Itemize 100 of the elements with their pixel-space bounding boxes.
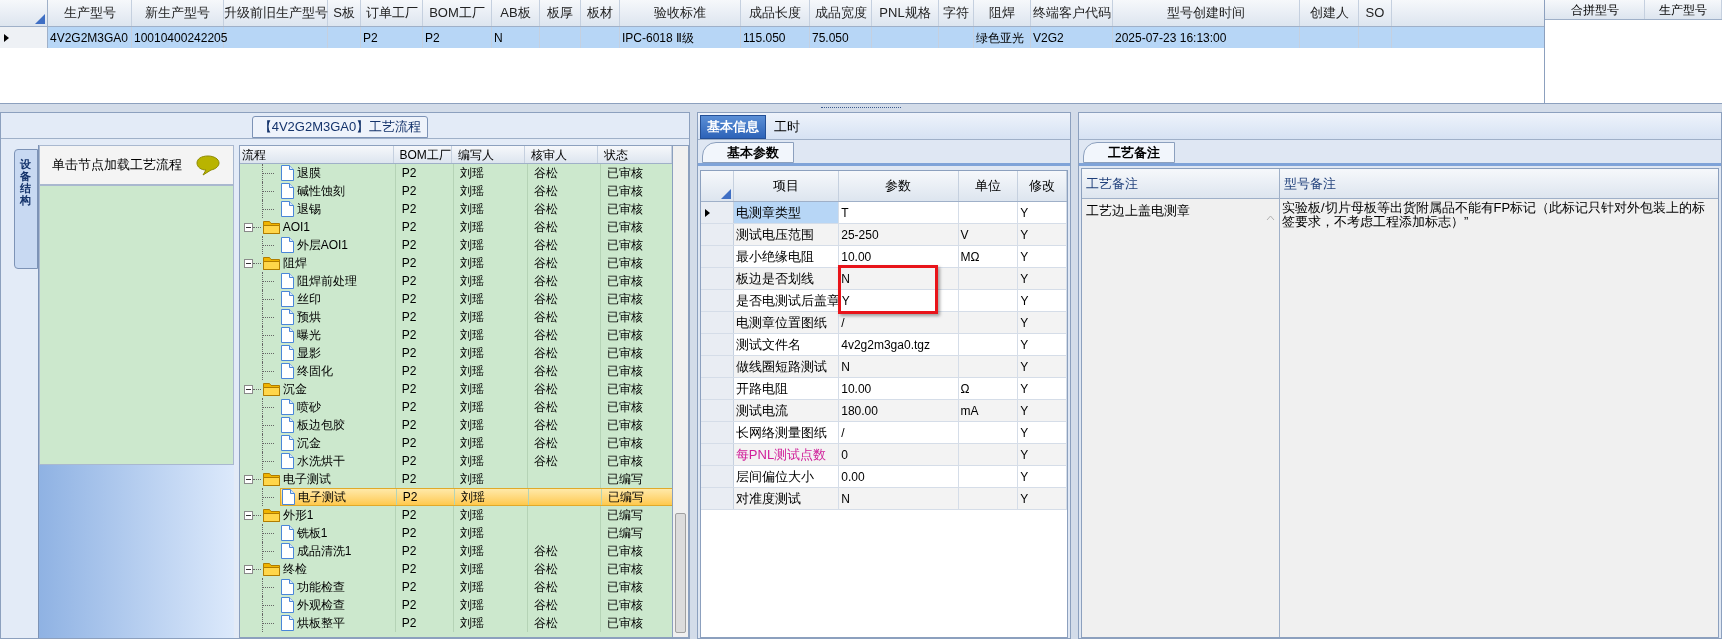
column-header[interactable]: BOM工厂 [393, 146, 452, 163]
tab[interactable]: 基本信息 [700, 115, 766, 139]
table-cell-text: P2 [363, 29, 378, 47]
table-cell-text: V2G2 [1033, 29, 1064, 47]
column-header[interactable]: 参数 [839, 171, 959, 201]
column-header[interactable]: 阻焊 [974, 0, 1031, 26]
table-cell-text: P2 [401, 399, 417, 416]
column-header[interactable]: 状态 [597, 146, 672, 163]
collapse-icon[interactable] [243, 510, 253, 520]
column-header[interactable]: 验收标准 [620, 0, 741, 26]
column-header[interactable]: 工艺备注 [1082, 169, 1280, 198]
column-header[interactable]: 项目 [733, 171, 840, 201]
column-header[interactable]: 合拼型号 [1545, 0, 1645, 19]
tree-node-label: 阻焊 [282, 255, 307, 272]
table-cell-text: 已编写 [606, 507, 643, 524]
tree-node-label: 外形1 [282, 507, 314, 524]
table-cell-text: 已审核 [606, 237, 643, 254]
table-cell-text: P2 [401, 165, 417, 182]
scroll-up-icon[interactable] [1266, 215, 1275, 221]
table-cell-text: 谷松 [533, 219, 558, 236]
column-header[interactable]: 型号创建时间 [1113, 0, 1300, 26]
column-header[interactable]: 成品宽度 [810, 0, 872, 26]
folder-icon [262, 220, 280, 234]
table-cell-text: 谷松 [533, 183, 558, 200]
scrollbar[interactable] [673, 145, 689, 638]
table-cell-text: 已审核 [606, 219, 643, 236]
table-row[interactable]: 长网络测量图纸 / Y [701, 422, 1067, 444]
corner-triangle-icon [720, 189, 731, 199]
collapse-icon[interactable] [243, 258, 253, 268]
column-header[interactable]: 核审人 [525, 146, 598, 163]
table-row[interactable]: 测试电压范围 25-250 V Y [701, 224, 1067, 246]
table-row[interactable]: 是否电测试后盖章 Y Y [701, 290, 1067, 312]
table-cell-text: 已审核 [606, 165, 643, 182]
column-header[interactable]: 单位 [958, 171, 1019, 201]
column-header[interactable]: 型号备注 [1280, 169, 1718, 198]
column-header[interactable]: 升级前旧生产型号 [224, 0, 328, 26]
collapse-icon[interactable] [243, 564, 253, 574]
column-header[interactable]: 修改 [1018, 171, 1067, 201]
column-header[interactable]: S板 [328, 0, 361, 26]
table-cell-text: P2 [425, 29, 440, 47]
table-cell-text: 已审核 [606, 327, 643, 344]
column-header[interactable]: 生产型号 [1645, 0, 1722, 19]
row-label: 测试文件名 [735, 335, 801, 354]
table-cell-text: 已审核 [606, 453, 643, 470]
column-header[interactable]: 板厚 [540, 0, 581, 26]
table-cell-text: 刘瑶 [459, 615, 484, 632]
table-row[interactable]: 开路电阻 10.00 Ω Y [701, 378, 1067, 400]
table-cell-text: P2 [401, 273, 417, 290]
table-row[interactable]: 做线圈短路测试 N Y [701, 356, 1067, 378]
table-row[interactable]: 最小绝缘电阻 10.00 MΩ Y [701, 246, 1067, 268]
column-header[interactable]: 编写人 [451, 146, 526, 163]
table-row[interactable]: 板边是否划线 N Y [701, 268, 1067, 290]
column-header[interactable]: SO [1359, 0, 1392, 26]
column-header[interactable]: 字符 [939, 0, 974, 26]
tree-row[interactable]: 电子测试 P2 刘瑶 已编写 [279, 488, 673, 506]
tree-node-label: 曝光 [296, 327, 321, 344]
document-icon [280, 525, 294, 541]
params-tab[interactable]: 基本参数 [702, 142, 794, 163]
column-header[interactable]: 成品长度 [741, 0, 810, 26]
table-row[interactable]: 每PNL测试点数 0 Y [701, 444, 1067, 466]
splitter-handle[interactable] [821, 106, 901, 110]
table-cell-text: 刘瑶 [459, 309, 484, 326]
column-header[interactable]: 终端客户代码 [1031, 0, 1113, 26]
collapse-icon[interactable] [243, 474, 253, 484]
table-row[interactable]: 电测章位置图纸 / Y [701, 312, 1067, 334]
table-cell-text: MΩ [960, 248, 980, 266]
table-row[interactable]: 测试文件名 4v2g2m3ga0.tgz Y [701, 334, 1067, 356]
table-row[interactable]: 测试电流 180.00 mA Y [701, 400, 1067, 422]
table-cell-text: Y [1020, 358, 1029, 376]
collapse-icon[interactable] [243, 222, 253, 232]
table-cell-text: 谷松 [533, 435, 558, 452]
document-icon [280, 579, 294, 595]
column-header[interactable]: PNL规格 [872, 0, 939, 26]
corner-triangle-icon [35, 14, 45, 24]
column-header[interactable]: 创建人 [1300, 0, 1359, 26]
tree-node-label: 退膜 [296, 165, 321, 182]
table-row[interactable]: 4V2G2M3GA0 10010400242205 P2 P2 N IPC-6018 Ⅱ级 115.050 75.050 绿色亚光 V2G2 2025-07-23 16:13:00 [0, 27, 1544, 48]
column-header[interactable]: AB板 [492, 0, 540, 26]
column-header[interactable]: 订单工厂 [361, 0, 423, 26]
row-header[interactable] [701, 202, 734, 223]
tab[interactable]: 工时 [768, 115, 806, 139]
column-header[interactable]: 流程 [239, 146, 394, 163]
table-cell-text: P2 [401, 201, 417, 218]
column-header[interactable]: 板材 [581, 0, 620, 26]
notes-tab[interactable]: 工艺备注 [1083, 142, 1175, 163]
splitter-bar[interactable] [1071, 112, 1078, 639]
column-header[interactable]: BOM工厂 [423, 0, 492, 26]
table-cell-text: 已审核 [606, 435, 643, 452]
table-cell-text: 谷松 [533, 327, 558, 344]
table-row[interactable]: 层间偏位大小 0.00 Y [701, 466, 1067, 488]
table-cell-text: P2 [401, 615, 417, 632]
table-row[interactable]: 对准度测试 N Y [701, 488, 1067, 510]
side-tab[interactable]: 设备结构 [14, 149, 38, 269]
column-header[interactable]: 生产型号 [48, 0, 132, 26]
document-icon [280, 345, 294, 361]
collapse-icon[interactable] [243, 384, 253, 394]
table-cell-text: Y [1020, 380, 1029, 398]
table-row[interactable]: 电测章类型 T Y [701, 202, 1067, 224]
column-header[interactable]: 新生产型号 [132, 0, 224, 26]
document-icon [280, 417, 294, 433]
